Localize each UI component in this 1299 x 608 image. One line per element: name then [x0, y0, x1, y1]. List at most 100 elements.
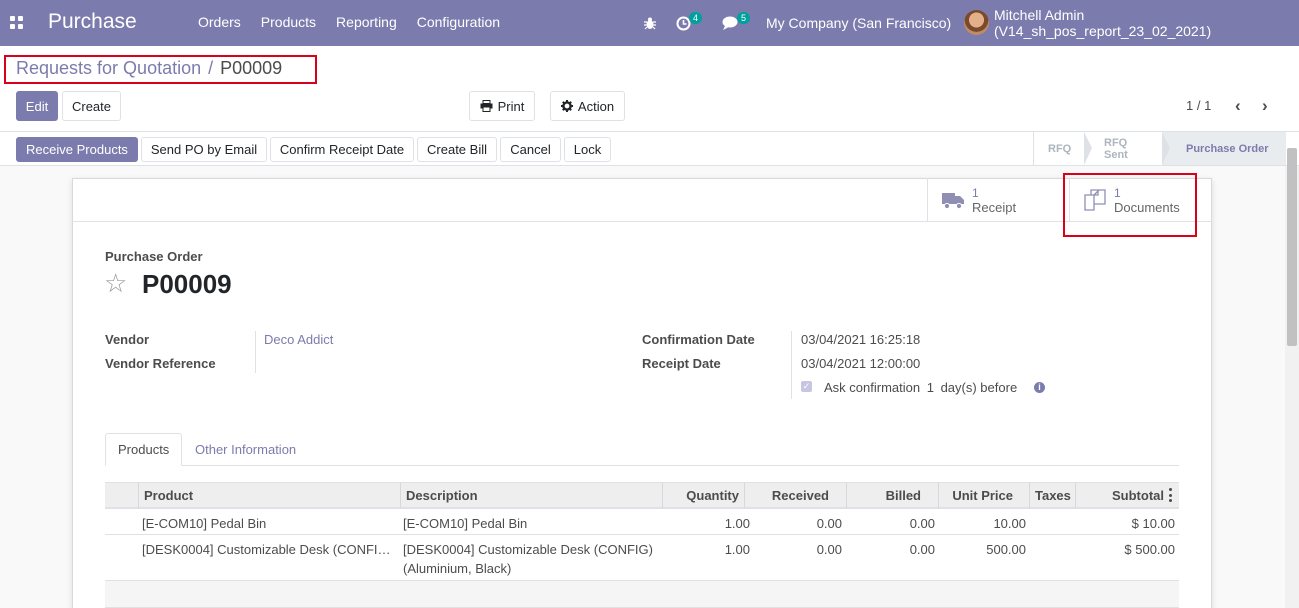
breadcrumb: Requests for Quotation / P00009: [16, 58, 282, 79]
row-unit-price: 10.00: [993, 516, 1026, 531]
column-header-taxes[interactable]: Taxes: [1029, 483, 1075, 508]
activity-clock-icon[interactable]: 4: [676, 0, 703, 46]
row-unit-price: 500.00: [986, 542, 1026, 557]
lock-button[interactable]: Lock: [564, 137, 611, 162]
receipt-date-value: 03/04/2021 12:00:00: [801, 356, 921, 371]
scrollbar-thumb[interactable]: [1287, 148, 1297, 346]
breadcrumb-parent[interactable]: Requests for Quotation: [16, 58, 201, 79]
ask-confirmation-days: 1: [926, 380, 934, 395]
row-description-line2: (Aluminium, Black): [403, 561, 512, 576]
cancel-button[interactable]: Cancel: [500, 137, 561, 162]
receipt-smart-button[interactable]: 1 Receipt: [927, 178, 1067, 222]
send-po-email-button[interactable]: Send PO by Email: [141, 137, 267, 162]
stage-pipeline: RFQ RFQ Sent Purchase Order: [1033, 132, 1286, 165]
tab-products[interactable]: Products: [105, 433, 183, 466]
row-received: 0.00: [816, 542, 842, 557]
column-header-quantity[interactable]: Quantity: [662, 483, 744, 508]
breadcrumb-separator: /: [208, 58, 214, 78]
user-avatar[interactable]: [964, 10, 989, 35]
print-label: Print: [497, 98, 525, 114]
app-brand[interactable]: Purchase: [48, 10, 137, 34]
debug-bug-icon[interactable]: [644, 0, 656, 46]
stage-rfq-sent[interactable]: RFQ Sent: [1084, 132, 1170, 165]
row-description: [E-COM10] Pedal Bin: [403, 516, 528, 531]
create-bill-button[interactable]: Create Bill: [417, 137, 497, 162]
create-button[interactable]: Create: [62, 91, 121, 121]
pager-next-chevron-right-icon[interactable]: ›: [1262, 96, 1268, 116]
stage-rfq-label: RFQ: [1048, 142, 1072, 155]
stage-purchase-order[interactable]: Purchase Order: [1162, 132, 1286, 165]
column-header-received[interactable]: Received: [744, 483, 834, 508]
edit-button[interactable]: Edit: [16, 91, 58, 121]
confirmation-date-value: 03/04/2021 16:25:18: [801, 332, 921, 347]
confirmation-date-label: Confirmation Date: [642, 332, 755, 347]
company-switcher[interactable]: My Company (San Francisco): [766, 0, 951, 46]
notebook-tabs: Products Other Information: [105, 433, 1179, 466]
status-bar: Receive Products Send PO by Email Confir…: [0, 131, 1299, 166]
action-button[interactable]: Action: [550, 91, 625, 121]
tab-other-information[interactable]: Other Information: [183, 433, 308, 466]
table-header: Product Description Quantity Received Bi…: [105, 482, 1179, 509]
info-icon[interactable]: i: [1034, 382, 1045, 393]
table-row[interactable]: [E-COM10] Pedal Bin [E-COM10] Pedal Bin …: [105, 509, 1179, 535]
ask-confirmation-checkbox[interactable]: ✓: [801, 381, 812, 392]
row-subtotal: $ 10.00: [1131, 516, 1175, 531]
top-navbar: Purchase Orders Products Reporting Confi…: [0, 0, 1299, 46]
table-row-empty[interactable]: [105, 581, 1179, 608]
menu-item-reporting[interactable]: Reporting: [326, 14, 407, 30]
column-header-unit-price[interactable]: Unit Price: [938, 483, 1018, 508]
ask-confirmation-text: Ask confirmation 1 day(s) before: [824, 380, 1017, 395]
documents-highlight-box: [1063, 173, 1197, 237]
vendor-reference-label: Vendor Reference: [105, 356, 216, 371]
column-header-description[interactable]: Description: [400, 483, 662, 508]
receipt-count: 1: [972, 185, 979, 200]
vendor-value-link[interactable]: Deco Addict: [264, 332, 333, 347]
row-billed: 0.00: [909, 516, 935, 531]
messages-chat-icon[interactable]: 5: [722, 0, 751, 46]
truck-icon: [942, 193, 964, 209]
right-fields-divider: [791, 331, 792, 399]
gear-icon: [560, 100, 573, 112]
user-menu[interactable]: Mitchell Admin (V14_sh_pos_report_23_02_…: [994, 0, 1299, 46]
vendor-label: Vendor: [105, 332, 150, 347]
row-quantity: 1.00: [724, 516, 750, 531]
smart-button-box: 1 Receipt 1 Documents: [72, 178, 1212, 222]
breadcrumb-current: P00009: [220, 58, 283, 78]
menu-item-configuration[interactable]: Configuration: [407, 14, 510, 30]
stage-rfq[interactable]: RFQ: [1034, 132, 1092, 165]
receipt-label: Receipt: [972, 199, 1017, 215]
column-header-product[interactable]: Product: [138, 483, 400, 508]
pager-prev-chevron-left-icon[interactable]: ‹: [1235, 96, 1241, 116]
row-received: 0.00: [816, 516, 842, 531]
print-icon: [480, 100, 493, 112]
menu-item-products[interactable]: Products: [251, 14, 326, 30]
form-title-label: Purchase Order: [105, 249, 203, 264]
column-header-subtotal[interactable]: Subtotal: [1075, 483, 1169, 508]
messages-count-badge: 5: [737, 12, 751, 24]
column-header-billed[interactable]: Billed: [846, 483, 926, 508]
record-name: P00009: [142, 269, 232, 299]
row-product: [E-COM10] Pedal Bin: [142, 516, 267, 531]
receive-products-button[interactable]: Receive Products: [16, 137, 138, 162]
left-fields-divider: [255, 331, 256, 373]
pager-value[interactable]: 1 / 1: [1186, 98, 1211, 113]
confirm-receipt-date-button[interactable]: Confirm Receipt Date: [270, 137, 414, 162]
ask-confirmation-suffix: day(s) before: [940, 380, 1018, 395]
stage-rfq-sent-label: RFQ Sent: [1104, 136, 1128, 161]
row-billed: 0.00: [909, 542, 935, 557]
table-row[interactable]: [DESK0004] Customizable Desk (CONFI… [DE…: [105, 535, 1179, 581]
ask-confirmation-prefix: Ask confirmation: [824, 380, 921, 395]
apps-menu-icon[interactable]: [10, 16, 23, 29]
optional-columns-kebab-icon[interactable]: [1169, 488, 1173, 502]
row-quantity: 1.00: [724, 542, 750, 557]
stage-purchase-order-label: Purchase Order: [1186, 142, 1269, 155]
row-description: [DESK0004] Customizable Desk (CONFIG): [403, 542, 653, 557]
action-label: Action: [577, 98, 615, 114]
menu-item-orders[interactable]: Orders: [188, 14, 251, 30]
main-menu: Orders Products Reporting Configuration: [188, 14, 510, 30]
activity-count-badge: 4: [689, 12, 703, 24]
star-icon[interactable]: ☆: [104, 268, 127, 299]
print-button[interactable]: Print: [469, 91, 535, 121]
receipt-date-label: Receipt Date: [642, 356, 721, 371]
row-product: [DESK0004] Customizable Desk (CONFI…: [142, 542, 391, 557]
